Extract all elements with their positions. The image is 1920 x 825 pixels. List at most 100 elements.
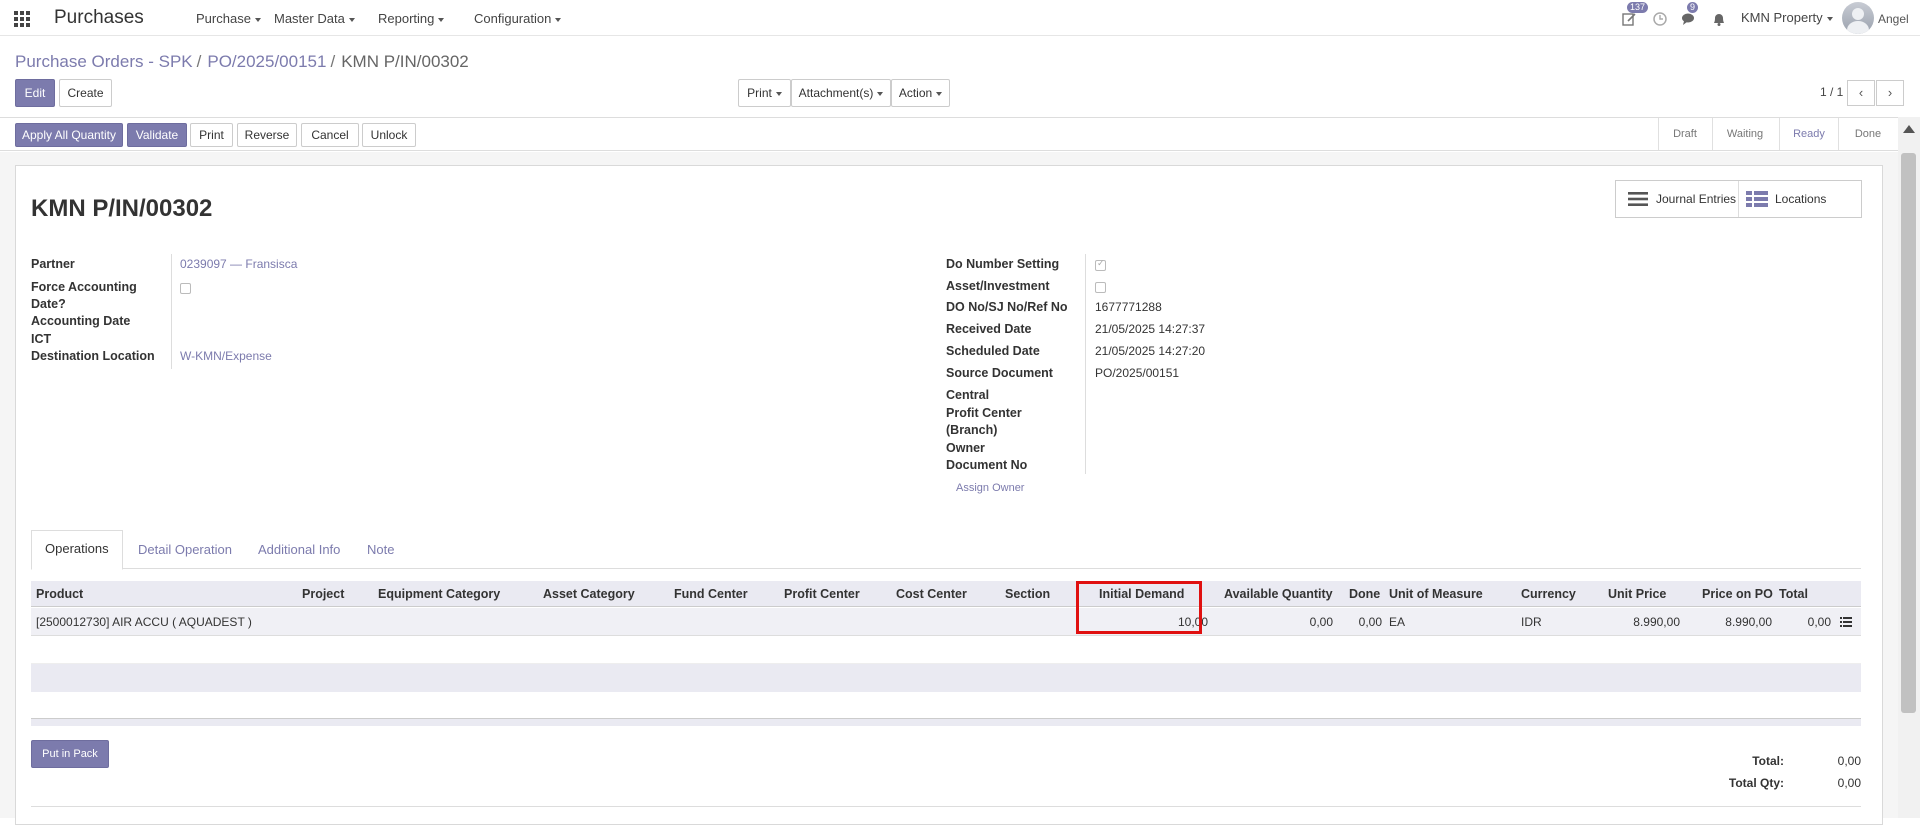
cell-price-on-po[interactable]: 8.990,00: [1725, 615, 1772, 629]
edit-button[interactable]: Edit: [15, 79, 55, 107]
top-navbar: Purchases Purchase Master Data Reporting…: [0, 0, 1920, 36]
tab-additional-info[interactable]: Additional Info: [258, 542, 340, 557]
breadcrumb-purchase-orders[interactable]: Purchase Orders - SPK: [15, 52, 193, 71]
th-list-icon: [1746, 191, 1768, 207]
stage-done: Done: [1854, 128, 1882, 140]
messages-badge: 9: [1687, 2, 1699, 13]
column-profit-center[interactable]: Profit Center: [784, 587, 860, 601]
cell-total[interactable]: 0,00: [1808, 615, 1831, 629]
bell-icon[interactable]: [1711, 11, 1727, 27]
footer-divider: [31, 806, 1861, 807]
column-equipment-category[interactable]: Equipment Category: [378, 587, 500, 601]
print-button[interactable]: Print: [190, 123, 233, 147]
cell-uom[interactable]: EA: [1389, 615, 1405, 629]
notebook-tabs: Operations Detail Operation Additional I…: [31, 530, 1861, 570]
tab-operations[interactable]: Operations: [31, 530, 123, 570]
print-dropdown[interactable]: Print: [738, 79, 791, 107]
ict-label: ICT: [31, 332, 52, 346]
scroll-up-icon[interactable]: [1903, 125, 1915, 133]
tab-note[interactable]: Note: [367, 542, 394, 557]
stage-draft: Draft: [1673, 128, 1697, 140]
column-section[interactable]: Section: [1005, 587, 1050, 601]
messages-icon[interactable]: 9: [1681, 2, 1699, 27]
cell-unit-price[interactable]: 8.990,00: [1633, 615, 1680, 629]
do-no-value[interactable]: 1677771288: [1095, 300, 1162, 314]
cell-currency[interactable]: IDR: [1521, 615, 1542, 629]
source-document-value[interactable]: PO/2025/00151: [1095, 366, 1179, 380]
partner-label: Partner: [31, 257, 75, 271]
document-no-label: Document No: [946, 458, 1028, 472]
table-row[interactable]: [2500012730] AIR ACCU ( AQUADEST ) 10,00…: [31, 608, 1861, 636]
attachments-dropdown[interactable]: Attachment(s): [791, 79, 891, 107]
unlock-button[interactable]: Unlock: [362, 123, 416, 147]
scheduled-date-label: Scheduled Date: [946, 344, 1040, 358]
journal-entries-button[interactable]: Journal Entries: [1622, 181, 1739, 217]
column-asset-category[interactable]: Asset Category: [543, 587, 635, 601]
app-title: Purchases: [54, 7, 144, 28]
column-cost-center[interactable]: Cost Center: [896, 587, 967, 601]
column-unit-price[interactable]: Unit Price: [1608, 587, 1666, 601]
cell-available-quantity[interactable]: 0,00: [1310, 615, 1333, 629]
received-date-value[interactable]: 21/05/2025 14:27:37: [1095, 322, 1205, 336]
total-label: Total:: [1752, 754, 1784, 768]
pager-next-icon[interactable]: ›: [1876, 80, 1904, 106]
empty-row: [31, 636, 1861, 664]
locations-button[interactable]: Locations: [1741, 181, 1857, 217]
column-total[interactable]: Total: [1779, 587, 1808, 601]
cancel-button[interactable]: Cancel: [301, 123, 359, 147]
apply-all-quantity-button[interactable]: Apply All Quantity: [15, 123, 123, 147]
user-avatar[interactable]: [1842, 2, 1874, 34]
asset-investment-checkbox[interactable]: [1095, 282, 1106, 293]
do-number-setting-checkbox[interactable]: [1095, 258, 1106, 271]
menu-reporting[interactable]: Reporting: [378, 11, 445, 26]
status-bar: Apply All Quantity Validate Print Revers…: [0, 117, 1920, 151]
column-available-quantity[interactable]: Available Quantity: [1224, 587, 1333, 601]
create-button[interactable]: Create: [59, 79, 112, 107]
scrollbar-thumb[interactable]: [1901, 153, 1916, 713]
activity-edit-icon[interactable]: 137: [1621, 2, 1649, 27]
action-dropdown[interactable]: Action: [891, 79, 950, 107]
force-accounting-checkbox[interactable]: [180, 283, 191, 294]
cell-done[interactable]: 0,00: [1359, 615, 1382, 629]
partner-value[interactable]: 0239097 — Fransisca: [180, 257, 297, 271]
total-value: 0,00: [1837, 754, 1861, 768]
column-currency[interactable]: Currency: [1521, 587, 1576, 601]
company-switcher[interactable]: KMN Property: [1741, 10, 1833, 25]
page-scrollbar[interactable]: [1898, 117, 1920, 818]
clock-icon[interactable]: [1652, 11, 1668, 27]
table-footer: [31, 718, 1861, 726]
column-product[interactable]: Product: [36, 587, 83, 601]
source-document-label: Source Document: [946, 366, 1053, 380]
accounting-date-label: Accounting Date: [31, 314, 131, 328]
breadcrumb-po[interactable]: PO/2025/00151: [207, 52, 326, 71]
column-fund-center[interactable]: Fund Center: [674, 587, 748, 601]
reverse-button[interactable]: Reverse: [237, 123, 297, 147]
do-no-label: DO No/SJ No/Ref No: [946, 300, 1068, 314]
column-done[interactable]: Done: [1349, 587, 1380, 601]
breadcrumb: Purchase Orders - SPK / PO/2025/00151/KMN …: [15, 52, 469, 71]
apps-menu-icon[interactable]: [14, 11, 30, 27]
stage-ready: Ready: [1793, 128, 1825, 140]
pager-value[interactable]: 1 / 1: [1820, 85, 1843, 99]
put-in-pack-button[interactable]: Put in Pack: [31, 740, 109, 768]
menu-purchase[interactable]: Purchase: [196, 11, 261, 26]
column-project[interactable]: Project: [302, 587, 344, 601]
scheduled-date-value[interactable]: 21/05/2025 14:27:20: [1095, 344, 1205, 358]
validate-button[interactable]: Validate: [127, 123, 187, 147]
cell-product[interactable]: [2500012730] AIR ACCU ( AQUADEST ): [36, 615, 252, 629]
breadcrumb-current: KMN P/IN/00302: [341, 52, 469, 71]
row-detail-list-icon[interactable]: [1840, 617, 1852, 627]
asset-investment-label: Asset/Investment: [946, 279, 1050, 293]
tab-detail-operation[interactable]: Detail Operation: [138, 542, 232, 557]
column-unit-of-measure[interactable]: Unit of Measure: [1389, 587, 1483, 601]
user-name[interactable]: Angel: [1878, 12, 1909, 26]
column-price-on-po[interactable]: Price on PO: [1702, 587, 1773, 601]
pager-previous-icon[interactable]: ‹: [1847, 80, 1875, 106]
received-date-label: Received Date: [946, 322, 1032, 336]
menu-master-data[interactable]: Master Data: [274, 11, 355, 26]
list-icon: [1628, 192, 1648, 206]
menu-configuration[interactable]: Configuration: [474, 11, 562, 26]
smart-button-box: Journal Entries Locations: [1615, 180, 1862, 218]
destination-location-value[interactable]: W-KMN/Expense: [180, 349, 272, 363]
assign-owner-link[interactable]: Assign Owner: [956, 482, 1024, 494]
